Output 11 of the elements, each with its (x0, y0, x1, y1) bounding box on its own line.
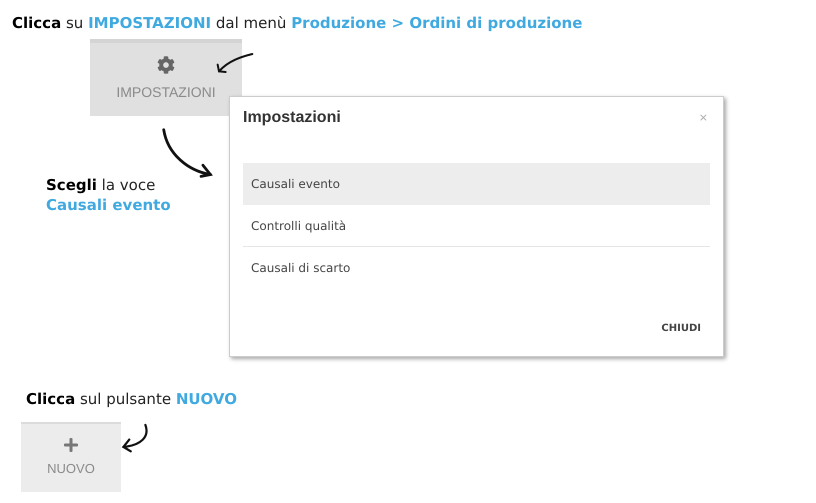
plus-icon (63, 437, 79, 454)
arrow (162, 128, 213, 178)
instruction-text: Scegli la voce Causali evento (46, 175, 171, 215)
instruction-text: Clicca su IMPOSTAZIONI dal menù Produzione > Ordini di produzione (12, 13, 582, 33)
gear-icon (157, 56, 175, 74)
arrow (122, 424, 148, 452)
arrow (216, 53, 254, 73)
instruction-text: Clicca sul pulsante NUOVO (26, 389, 238, 409)
dialog-title: Impostazioni (243, 108, 341, 128)
close-dialog-button[interactable]: CHIUDI (661, 321, 701, 336)
menu-item[interactable]: Causali evento (243, 163, 710, 205)
